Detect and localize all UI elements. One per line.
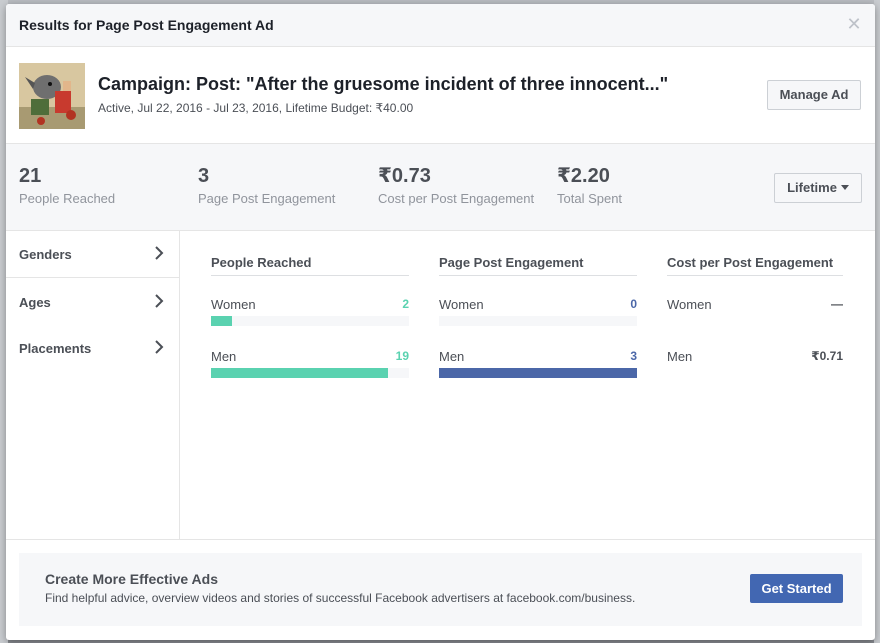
- stat-value: ₹2.20: [557, 165, 610, 187]
- row-value-men: 19: [395, 349, 409, 363]
- bar-fill-men: [439, 368, 637, 378]
- stat-page-post-engagement: 3 Page Post Engagement: [198, 165, 335, 206]
- column-divider: [667, 275, 843, 276]
- manage-ad-button[interactable]: Manage Ad: [767, 80, 861, 110]
- close-icon[interactable]: ✕: [845, 14, 863, 34]
- sidebar-item-genders[interactable]: Genders: [6, 231, 180, 278]
- stat-label: Page Post Engagement: [198, 191, 336, 206]
- column-header: Cost per Post Engagement: [667, 255, 834, 270]
- promo-text: Find helpful advice, overview videos and…: [45, 591, 636, 605]
- breakdown-area: Genders Ages Placements People Reached W…: [6, 231, 875, 540]
- chevron-right-icon: [155, 294, 164, 308]
- column-divider: [439, 275, 637, 276]
- promo-title: Create More Effective Ads: [45, 571, 218, 587]
- stat-cost-per-engagement: ₹0.73 Cost per Post Engagement: [378, 165, 534, 206]
- bar-track-women: [439, 316, 637, 326]
- campaign-title: Campaign: Post: "After the gruesome inci…: [98, 74, 669, 94]
- stat-label: Total Spent: [557, 191, 623, 206]
- dialog-header: Results for Page Post Engagement Ad ✕: [6, 4, 875, 47]
- campaign-meta: Active, Jul 22, 2016 - Jul 23, 2016, Lif…: [98, 101, 414, 115]
- stat-value: ₹0.73: [378, 165, 431, 187]
- promo-footer: Create More Effective Ads Find helpful a…: [19, 553, 862, 626]
- bar-track-men: [211, 368, 409, 378]
- row-value-women: 0: [630, 297, 637, 311]
- row-value-women: —: [831, 297, 843, 311]
- row-label-women: Women: [667, 297, 712, 312]
- results-dialog: Results for Page Post Engagement Ad ✕ Ca…: [6, 4, 875, 640]
- ad-thumbnail: [19, 63, 85, 129]
- chevron-right-icon: [155, 340, 164, 354]
- campaign-summary: Campaign: Post: "After the gruesome inci…: [6, 47, 875, 144]
- row-label-men: Men: [667, 349, 693, 364]
- sidebar-item-label: Placements: [19, 341, 92, 356]
- column-header: People Reached: [211, 255, 312, 270]
- bar-track-women: [211, 316, 409, 326]
- row-label-women: Women: [439, 297, 484, 312]
- breakdown-sidebar: Genders Ages Placements: [6, 231, 180, 540]
- row-label-men: Men: [439, 349, 465, 364]
- row-value-women: 2: [402, 297, 409, 311]
- lifetime-dropdown[interactable]: Lifetime: [774, 173, 862, 203]
- sidebar-item-label: Ages: [19, 295, 51, 310]
- chevron-down-icon: [840, 185, 849, 190]
- row-label-women: Women: [211, 297, 256, 312]
- stat-label: People Reached: [19, 191, 116, 206]
- lifetime-label: Lifetime: [787, 180, 837, 195]
- dialog-title: Results for Page Post Engagement Ad: [19, 17, 274, 33]
- bar-fill-women: [211, 316, 232, 326]
- sidebar-item-label: Genders: [19, 247, 72, 262]
- bar-fill-men: [211, 368, 389, 378]
- sidebar-item-placements[interactable]: Placements: [6, 325, 180, 372]
- row-label-men: Men: [211, 349, 237, 364]
- bar-track-men: [439, 368, 637, 378]
- row-value-men: 3: [630, 349, 637, 363]
- stats-bar: 21 People Reached 3 Page Post Engagement…: [6, 144, 875, 231]
- stat-label: Cost per Post Engagement: [378, 191, 535, 206]
- stat-total-spent: ₹2.20 Total Spent: [557, 165, 622, 206]
- column-divider: [211, 275, 409, 276]
- sidebar-item-ages[interactable]: Ages: [6, 278, 180, 325]
- get-started-button[interactable]: Get Started: [750, 574, 843, 603]
- row-value-men: ₹0.71: [811, 349, 843, 363]
- stat-value: 3: [198, 165, 210, 187]
- stat-value: 21: [19, 165, 42, 187]
- chevron-right-icon: [155, 246, 164, 260]
- thumbnail-illustration: [19, 63, 85, 129]
- column-header: Page Post Engagement: [439, 255, 584, 270]
- stat-people-reached: 21 People Reached: [19, 165, 115, 206]
